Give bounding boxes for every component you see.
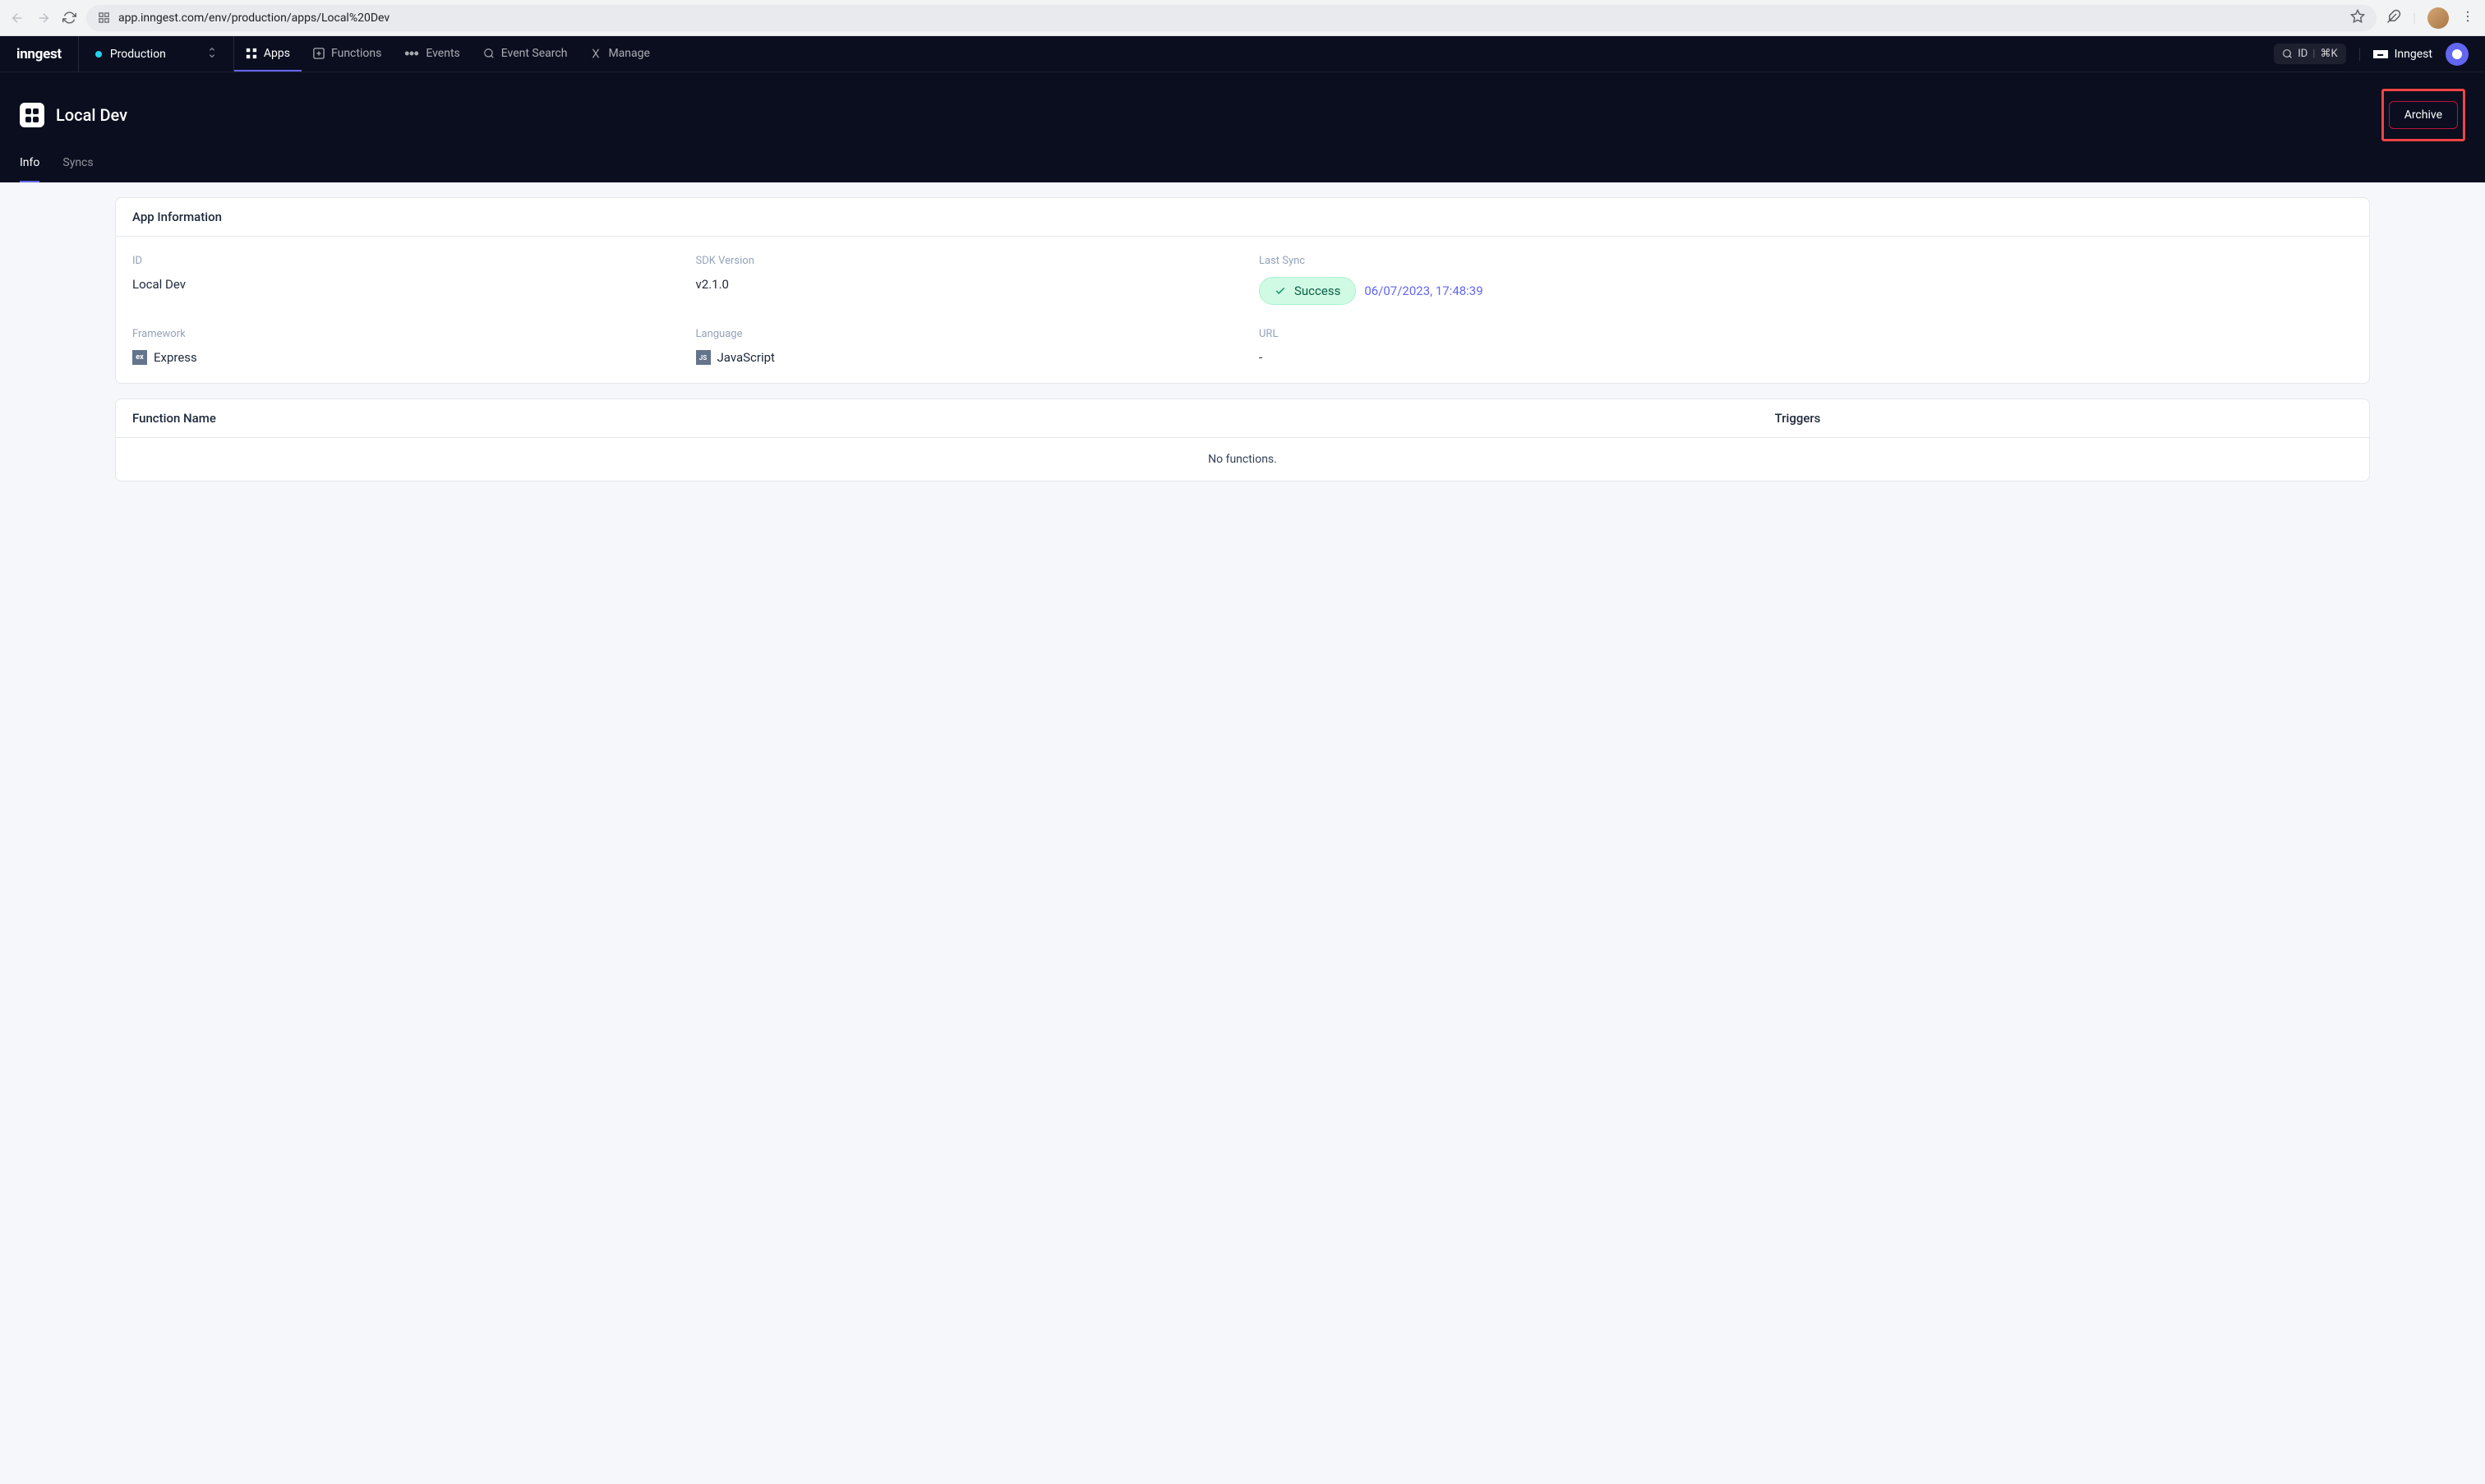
url-text: app.inngest.com/env/production/apps/Loca… xyxy=(118,12,390,25)
info-id-label: ID xyxy=(132,255,680,267)
info-language: Language JS JavaScript xyxy=(696,328,1243,365)
top-nav: Apps Functions Events Event Search Manag… xyxy=(234,36,662,71)
reload-button[interactable] xyxy=(62,11,76,25)
express-icon: ex xyxy=(132,350,147,365)
app-info-card-header: App Information xyxy=(116,198,2369,237)
search-shortcut-key: ⌘K xyxy=(2320,48,2337,60)
org-name-label: Inngest xyxy=(2395,48,2432,61)
info-id-value: Local Dev xyxy=(132,277,680,292)
nav-event-search-label: Event Search xyxy=(501,47,568,60)
info-url: URL - xyxy=(1259,328,2353,365)
manage-icon xyxy=(590,48,602,59)
info-last-sync: Last Sync Success 06/07/2023, 17:48:39 xyxy=(1259,255,2353,305)
environment-selector[interactable]: Production xyxy=(79,36,234,71)
js-icon: JS xyxy=(696,350,711,365)
browser-menu-icon[interactable] xyxy=(2460,9,2475,27)
nav-manage[interactable]: Manage xyxy=(579,36,661,71)
info-sdk: SDK Version v2.1.0 xyxy=(696,255,1243,305)
back-button[interactable] xyxy=(10,11,25,25)
functions-card: Function Name Triggers No functions. xyxy=(115,399,2370,482)
nav-events-label: Events xyxy=(426,47,459,60)
browser-chrome: app.inngest.com/env/production/apps/Loca… xyxy=(0,0,2485,36)
subtabs: Info Syncs xyxy=(20,156,2465,182)
functions-icon xyxy=(313,48,325,59)
info-framework-value: Express xyxy=(154,350,197,365)
info-language-label: Language xyxy=(696,328,1243,340)
info-id: ID Local Dev xyxy=(132,255,680,305)
apps-icon xyxy=(246,48,257,59)
sync-timestamp[interactable]: 06/07/2023, 17:48:39 xyxy=(1364,283,1482,298)
search-icon xyxy=(2282,48,2293,59)
star-icon[interactable] xyxy=(2350,9,2365,27)
app-icon xyxy=(20,103,44,127)
org-logo-icon: ▬ xyxy=(2373,50,2388,58)
page-subheader: Local Dev Archive Info Syncs xyxy=(0,72,2485,182)
info-sdk-value: v2.1.0 xyxy=(696,277,1243,292)
nav-events[interactable]: Events xyxy=(393,36,471,71)
inngest-logo[interactable]: inngest xyxy=(16,36,79,71)
info-last-sync-label: Last Sync xyxy=(1259,255,2353,267)
forward-button[interactable] xyxy=(36,11,51,25)
page-title: Local Dev xyxy=(56,105,127,125)
browser-nav-arrows xyxy=(10,11,76,25)
col-triggers: Triggers xyxy=(1242,411,2353,426)
status-dot-icon xyxy=(95,51,102,58)
environment-label: Production xyxy=(110,48,166,61)
nav-apps[interactable]: Apps xyxy=(234,36,302,71)
chevron-updown-icon xyxy=(207,46,217,62)
check-icon xyxy=(1275,285,1286,297)
info-sdk-label: SDK Version xyxy=(696,255,1243,267)
nav-event-search[interactable]: Event Search xyxy=(472,36,579,71)
topbar-right: ID | ⌘K ▬ Inngest xyxy=(2274,43,2469,66)
nav-functions-label: Functions xyxy=(331,47,381,60)
search-icon xyxy=(483,48,495,59)
org-selector[interactable]: ▬ Inngest xyxy=(2359,48,2432,61)
page-content: App Information ID Local Dev SDK Version… xyxy=(0,182,2485,511)
search-shortcut[interactable]: ID | ⌘K xyxy=(2274,44,2345,64)
tab-info[interactable]: Info xyxy=(20,156,39,182)
tab-syncs[interactable]: Syncs xyxy=(62,156,93,182)
info-framework: Framework ex Express xyxy=(132,328,680,365)
sync-status-pill: Success xyxy=(1259,277,1356,305)
col-function-name: Function Name xyxy=(132,411,1242,426)
nav-functions[interactable]: Functions xyxy=(302,36,393,71)
user-avatar[interactable] xyxy=(2446,43,2469,66)
functions-empty-state: No functions. xyxy=(116,438,2369,481)
browser-right-controls: | xyxy=(2386,7,2475,29)
info-framework-label: Framework xyxy=(132,328,680,340)
app-info-card: App Information ID Local Dev SDK Version… xyxy=(115,197,2370,384)
nav-manage-label: Manage xyxy=(608,47,649,60)
search-label: ID xyxy=(2298,48,2308,60)
site-settings-icon xyxy=(98,12,110,24)
app-topbar: inngest Production Apps Functions Events… xyxy=(0,36,2485,72)
extensions-icon[interactable] xyxy=(2386,9,2401,27)
events-icon xyxy=(404,49,419,58)
url-bar[interactable]: app.inngest.com/env/production/apps/Loca… xyxy=(86,5,2377,31)
info-language-value: JavaScript xyxy=(717,350,775,365)
sync-status-text: Success xyxy=(1294,283,1340,298)
nav-apps-label: Apps xyxy=(264,47,290,60)
info-url-label: URL xyxy=(1259,328,2353,340)
archive-button[interactable]: Archive xyxy=(2389,101,2458,129)
info-url-value: - xyxy=(1259,350,2353,365)
profile-avatar[interactable] xyxy=(2427,7,2449,29)
